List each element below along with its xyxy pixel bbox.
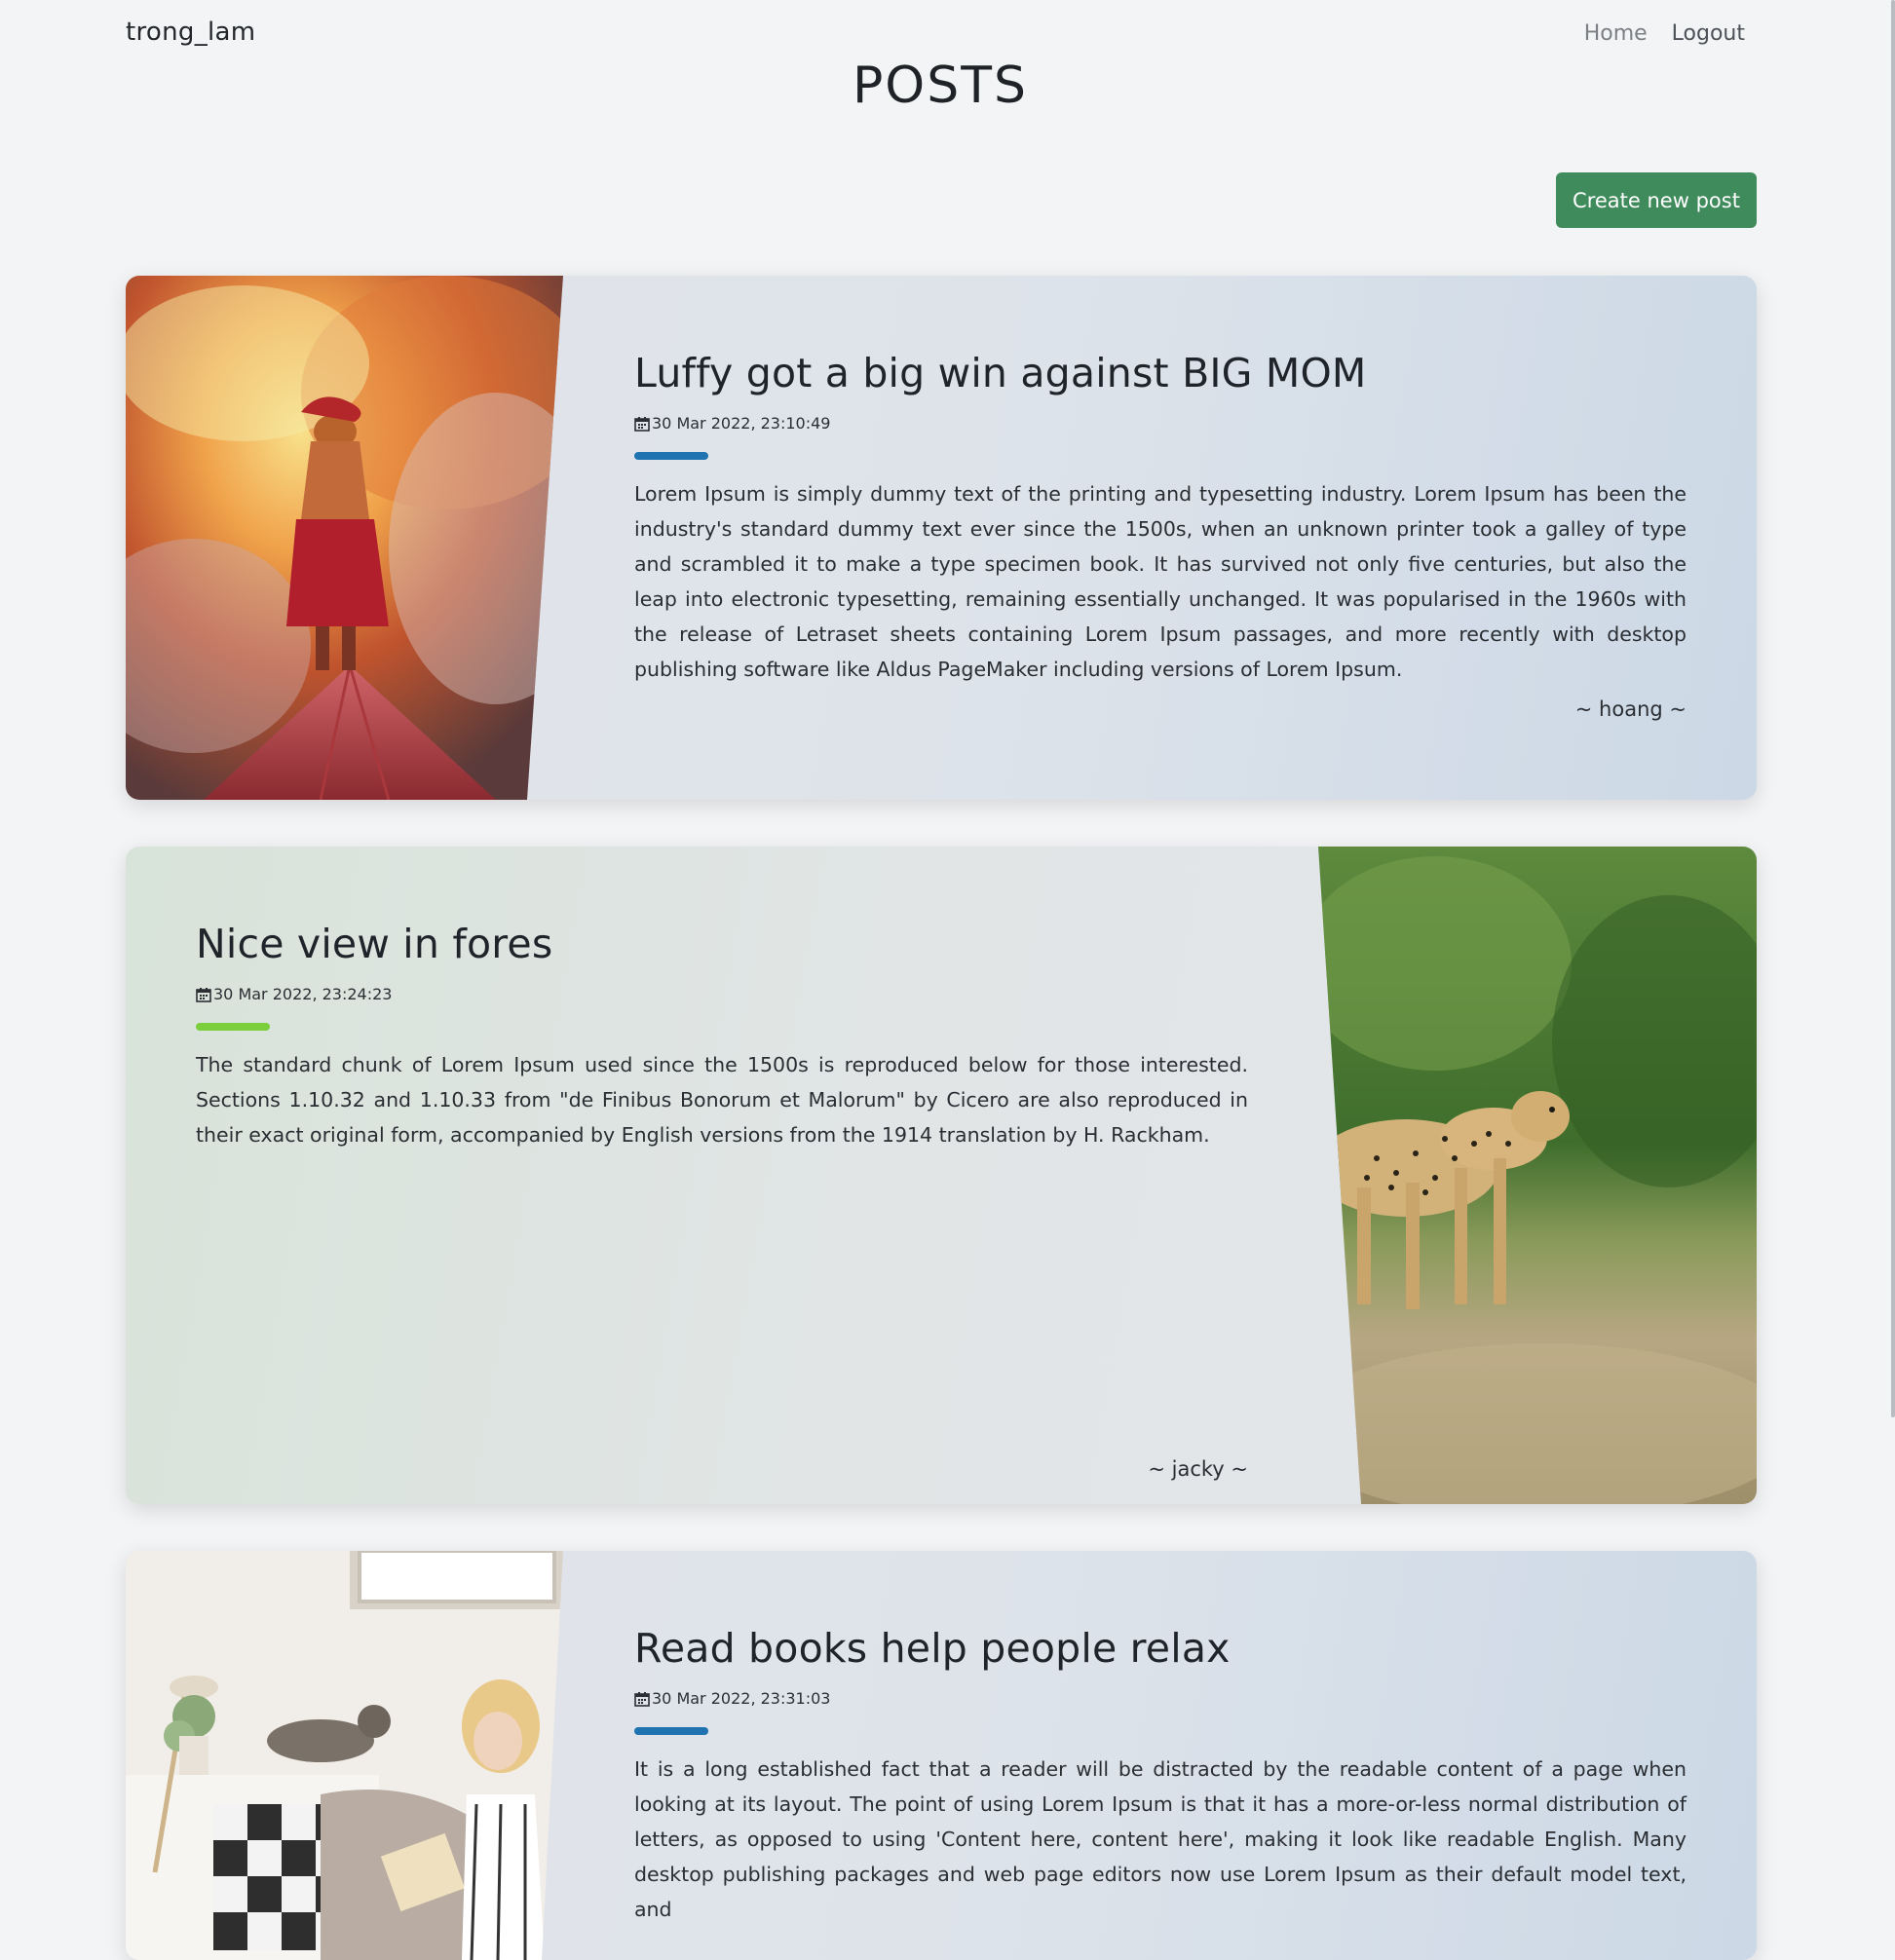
nav-home-link[interactable]: Home [1584,21,1648,46]
calendar-icon [196,987,211,1002]
post-date-text: 30 Mar 2022, 23:31:03 [652,1689,831,1708]
post-title[interactable]: Nice view in fores [196,921,1248,967]
page-title: POSTS [852,57,1029,115]
post-date-text: 30 Mar 2022, 23:24:23 [213,985,393,1003]
post-accent-bar [634,1727,708,1735]
post-title[interactable]: Read books help people relax [634,1625,1687,1672]
post-image-anime-warrior [126,276,563,800]
post-image-reading-woman [126,1551,563,1960]
post-date-text: 30 Mar 2022, 23:10:49 [652,414,831,433]
post-body: Read books help people relax 30 Mar 2022… [634,1625,1687,1960]
brand-logo[interactable]: trong_lam [126,18,255,47]
post-card: Read books help people relax 30 Mar 2022… [126,1551,1757,1960]
post-accent-bar [196,1023,270,1031]
post-author: ~ jacky ~ [1148,1457,1248,1481]
post-image-cheetah [1318,847,1757,1504]
page-scrollbar[interactable] [1891,0,1895,1417]
post-body: Luffy got a big win against BIG MOM 30 M… [634,350,1687,759]
post-accent-bar [634,452,708,460]
nav-links: Home Logout [1584,21,1745,46]
calendar-icon [634,1691,650,1707]
post-body: Nice view in fores 30 Mar 2022, 23:24:23… [196,921,1248,1481]
create-post-button[interactable]: Create new post [1556,172,1757,228]
post-title[interactable]: Luffy got a big win against BIG MOM [634,350,1687,396]
post-date: 30 Mar 2022, 23:31:03 [634,1689,1687,1708]
post-date: 30 Mar 2022, 23:10:49 [634,414,1687,433]
post-author: ~ hoang ~ [1574,697,1687,721]
post-text: Lorem Ipsum is simply dummy text of the … [634,482,1687,681]
post-card: Nice view in fores 30 Mar 2022, 23:24:23… [126,847,1757,1504]
post-date: 30 Mar 2022, 23:24:23 [196,985,1248,1003]
nav-logout-link[interactable]: Logout [1672,21,1745,46]
calendar-icon [634,416,650,432]
post-card: Luffy got a big win against BIG MOM 30 M… [126,276,1757,800]
post-text: It is a long established fact that a rea… [634,1757,1687,1921]
post-text: The standard chunk of Lorem Ipsum used s… [196,1053,1248,1147]
